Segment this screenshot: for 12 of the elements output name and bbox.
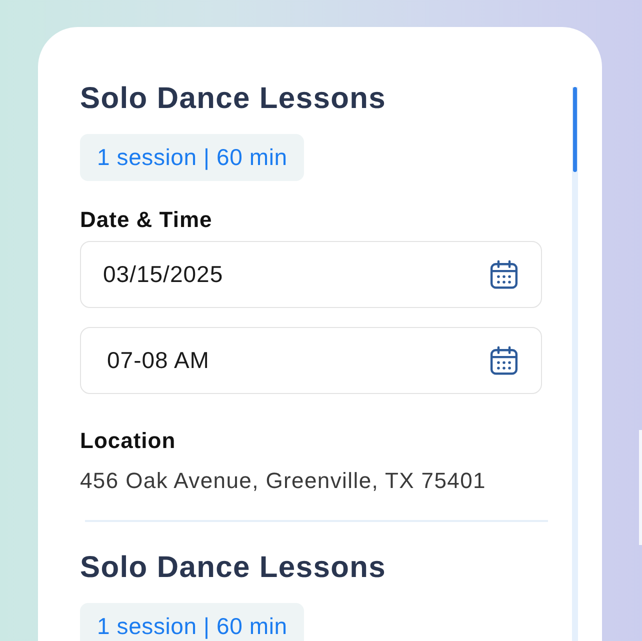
duration-badge: 1 session | 60 min xyxy=(80,603,304,641)
duration-badge: 1 session | 60 min xyxy=(80,134,304,181)
calendar-icon[interactable] xyxy=(490,260,518,289)
time-field[interactable]: 07-08 AM xyxy=(80,327,542,394)
date-time-label: Date & Time xyxy=(80,207,212,232)
date-field[interactable]: 03/15/2025 xyxy=(80,241,542,308)
session-title: Solo Dance Lessons xyxy=(80,550,386,586)
session-title: Solo Dance Lessons xyxy=(80,81,386,117)
location-label: Location xyxy=(80,428,176,453)
calendar-icon[interactable] xyxy=(490,346,518,375)
scrollbar-thumb[interactable] xyxy=(573,87,577,172)
location-address: 456 Oak Avenue, Greenville, TX 75401 xyxy=(80,468,486,494)
